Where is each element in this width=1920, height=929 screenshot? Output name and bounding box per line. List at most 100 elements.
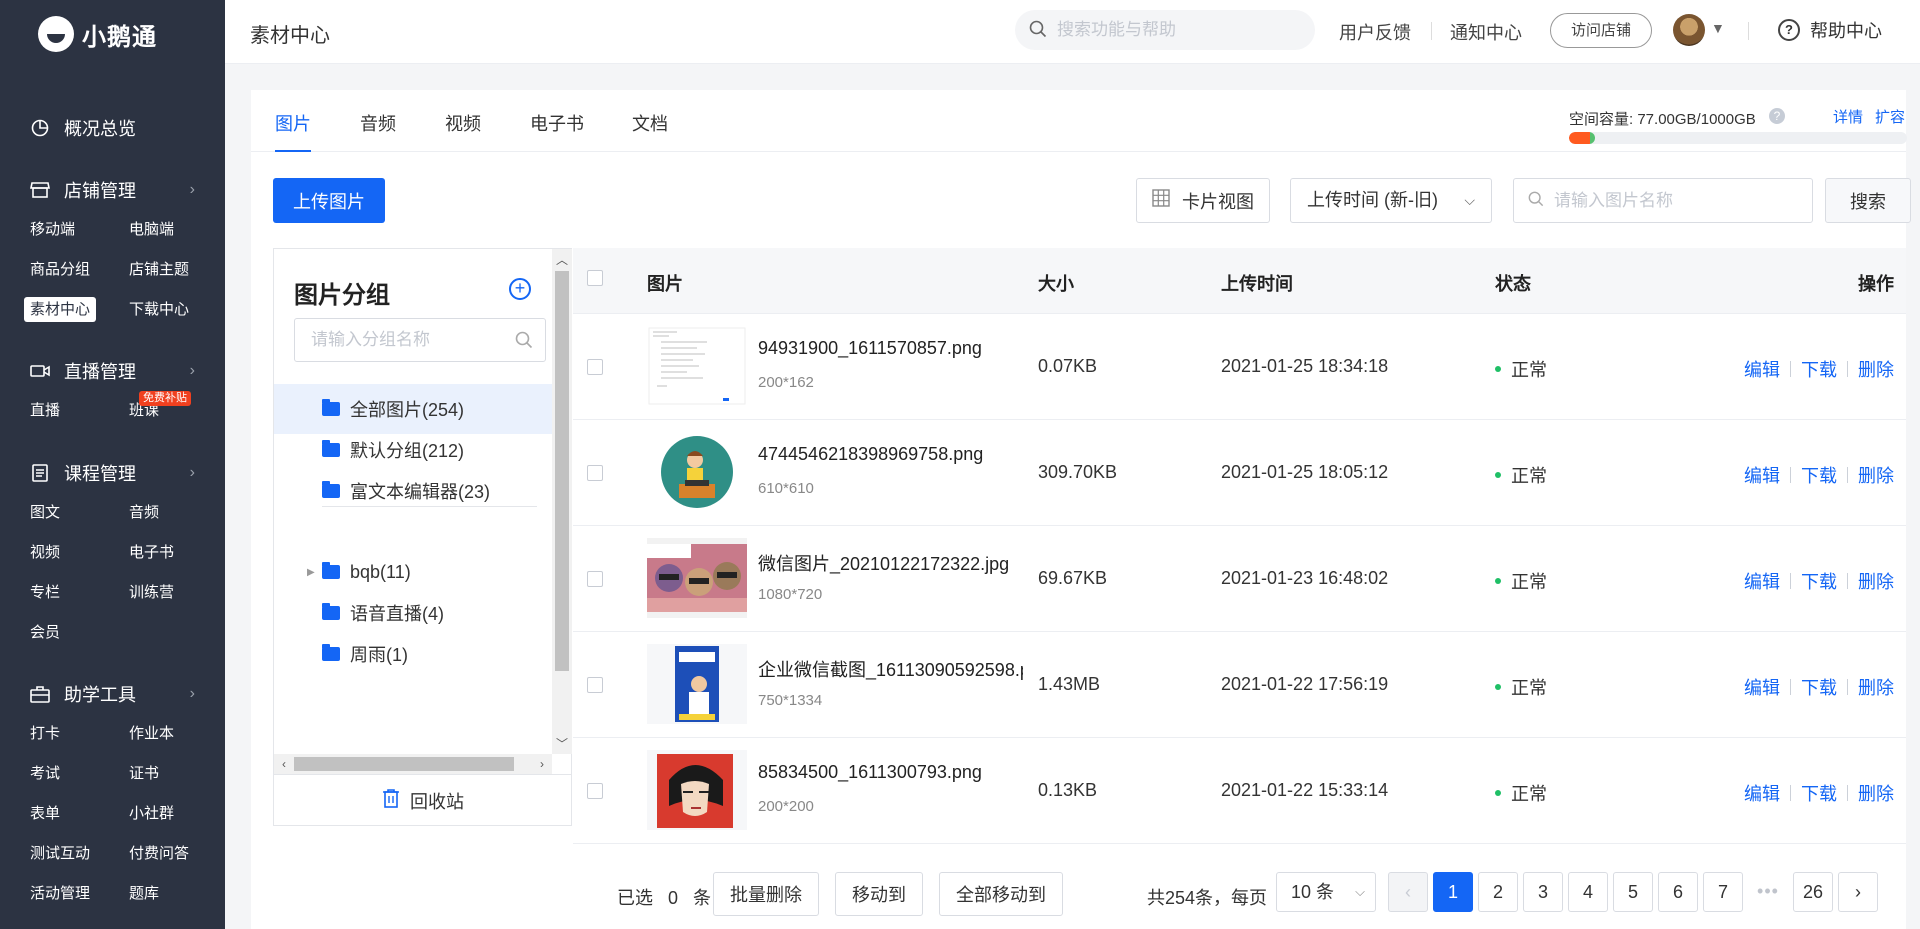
nav-column[interactable]: 专栏 <box>30 573 129 613</box>
group-item-zhouyu[interactable]: 周雨(1) <box>274 629 552 679</box>
image-thumbnail[interactable] <box>647 538 747 618</box>
nav-activity-management[interactable]: 活动管理 <box>30 874 129 914</box>
prev-page-button[interactable]: ‹ <box>1388 872 1428 912</box>
capacity-details-link[interactable]: 详情 <box>1833 106 1863 127</box>
recycle-bin-button[interactable]: 回收站 <box>274 774 572 826</box>
nav-video[interactable]: 视频 <box>30 533 129 573</box>
row-checkbox[interactable] <box>587 677 603 693</box>
nav-form[interactable]: 表单 <box>30 794 129 834</box>
image-thumbnail[interactable] <box>647 326 747 406</box>
nav-desktop[interactable]: 电脑端 <box>129 210 228 250</box>
chevron-right-icon[interactable]: › <box>532 754 552 774</box>
edit-link[interactable]: 编辑 <box>1744 462 1780 488</box>
nav-course-management[interactable]: 课程管理 › <box>0 453 225 493</box>
sort-order-select[interactable]: 上传时间 (新-旧) ⌵ <box>1290 178 1492 223</box>
group-list-vertical-scrollbar[interactable]: ︿ ﹀ <box>552 249 572 754</box>
delete-link[interactable]: 删除 <box>1858 674 1894 700</box>
image-name-input[interactable] <box>1554 190 1804 211</box>
user-feedback-link[interactable]: 用户反馈 <box>1339 19 1411 45</box>
question-circle-icon[interactable]: ? <box>1769 108 1785 124</box>
search-button[interactable]: 搜索 <box>1825 178 1911 223</box>
nav-class[interactable]: 班课 免费补贴 <box>129 391 228 431</box>
page-size-select[interactable]: 10 条 ⌵ <box>1276 872 1376 912</box>
edit-link[interactable]: 编辑 <box>1744 780 1780 806</box>
page-button[interactable]: 6 <box>1658 872 1698 912</box>
nav-live-management[interactable]: 直播管理 › <box>0 351 225 391</box>
chevron-down-icon[interactable]: ﹀ <box>552 735 572 752</box>
download-link[interactable]: 下载 <box>1801 356 1837 382</box>
page-button[interactable]: 7 <box>1703 872 1743 912</box>
page-button[interactable]: 1 <box>1433 872 1473 912</box>
notification-center-link[interactable]: 通知中心 <box>1450 19 1522 45</box>
edit-link[interactable]: 编辑 <box>1744 568 1780 594</box>
tab-ebook[interactable]: 电子书 <box>530 110 584 152</box>
page-button[interactable]: 3 <box>1523 872 1563 912</box>
nav-learning-tools[interactable]: 助学工具 › <box>0 674 225 714</box>
nav-audio[interactable]: 音频 <box>129 493 228 533</box>
image-thumbnail[interactable] <box>647 432 747 512</box>
brand-logo[interactable]: 小鹅通 <box>38 16 157 52</box>
scrollbar-thumb[interactable] <box>555 271 569 671</box>
nav-question-bank[interactable]: 题库 <box>129 874 228 914</box>
avatar[interactable] <box>1673 14 1705 46</box>
delete-link[interactable]: 删除 <box>1858 568 1894 594</box>
nav-community[interactable]: 小社群 <box>129 794 228 834</box>
batch-delete-button[interactable]: 批量删除 <box>713 872 819 916</box>
download-link[interactable]: 下载 <box>1801 462 1837 488</box>
select-all-checkbox[interactable] <box>587 270 603 286</box>
tab-images[interactable]: 图片 <box>275 110 311 152</box>
page-button[interactable]: 26 <box>1793 872 1833 912</box>
help-center-link[interactable]: ? 帮助中心 <box>1778 17 1882 43</box>
nav-material-center[interactable]: 素材中心 <box>24 290 129 330</box>
image-thumbnail[interactable] <box>647 750 747 830</box>
delete-link[interactable]: 删除 <box>1858 356 1894 382</box>
group-item-rich-text[interactable]: 富文本编辑器(23) <box>274 466 552 516</box>
nav-mobile[interactable]: 移动端 <box>30 210 129 250</box>
download-link[interactable]: 下载 <box>1801 568 1837 594</box>
card-view-button[interactable]: 卡片视图 <box>1136 178 1270 223</box>
next-page-button[interactable]: › <box>1838 872 1878 912</box>
page-button[interactable]: 4 <box>1568 872 1608 912</box>
edit-link[interactable]: 编辑 <box>1744 356 1780 382</box>
chevron-up-icon[interactable]: ︿ <box>552 251 572 268</box>
visit-store-button[interactable]: 访问店铺 <box>1550 13 1652 48</box>
upload-image-button[interactable]: 上传图片 <box>273 178 385 223</box>
global-search-input[interactable] <box>1057 20 1287 40</box>
pagination-ellipsis[interactable]: ••• <box>1748 872 1788 912</box>
page-button[interactable]: 2 <box>1478 872 1518 912</box>
nav-paid-qa[interactable]: 付费问答 <box>129 834 228 874</box>
nav-membership[interactable]: 会员 <box>30 613 129 653</box>
group-list-horizontal-scrollbar[interactable]: ‹ › <box>274 754 552 774</box>
tab-documents[interactable]: 文档 <box>632 110 668 152</box>
group-search-input[interactable] <box>311 330 506 350</box>
nav-ebook[interactable]: 电子书 <box>129 533 228 573</box>
image-thumbnail[interactable] <box>647 644 747 724</box>
row-checkbox[interactable] <box>587 783 603 799</box>
nav-checkin[interactable]: 打卡 <box>30 714 129 754</box>
nav-overview[interactable]: 概况总览 <box>0 108 225 148</box>
nav-exam[interactable]: 考试 <box>30 754 129 794</box>
scrollbar-thumb[interactable] <box>294 757 514 771</box>
download-link[interactable]: 下载 <box>1801 674 1837 700</box>
row-checkbox[interactable] <box>587 571 603 587</box>
nav-download-center[interactable]: 下载中心 <box>129 290 228 330</box>
nav-store-management[interactable]: 店铺管理 › <box>0 170 225 210</box>
caret-down-icon[interactable]: ▼ <box>1711 20 1725 36</box>
nav-homework[interactable]: 作业本 <box>129 714 228 754</box>
capacity-expand-link[interactable]: 扩容 <box>1875 106 1905 127</box>
move-all-button[interactable]: 全部移动到 <box>939 872 1063 916</box>
edit-link[interactable]: 编辑 <box>1744 674 1780 700</box>
nav-product-groups[interactable]: 商品分组 <box>30 250 129 290</box>
nav-quiz-interaction[interactable]: 测试互动 <box>30 834 129 874</box>
chevron-left-icon[interactable]: ‹ <box>274 754 294 774</box>
nav-camp[interactable]: 训练营 <box>129 573 228 613</box>
nav-live[interactable]: 直播 <box>30 391 129 431</box>
delete-link[interactable]: 删除 <box>1858 462 1894 488</box>
add-group-icon[interactable]: + <box>509 278 531 300</box>
row-checkbox[interactable] <box>587 465 603 481</box>
nav-store-theme[interactable]: 店铺主题 <box>129 250 228 290</box>
move-to-button[interactable]: 移动到 <box>835 872 923 916</box>
nav-certificate[interactable]: 证书 <box>129 754 228 794</box>
tab-audio[interactable]: 音频 <box>360 110 396 152</box>
page-button[interactable]: 5 <box>1613 872 1653 912</box>
